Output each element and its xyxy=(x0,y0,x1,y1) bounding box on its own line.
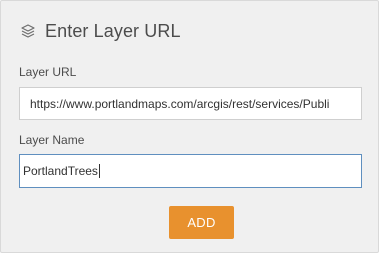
layers-icon xyxy=(20,23,36,39)
layer-url-label: Layer URL xyxy=(19,65,77,79)
layer-name-input[interactable]: PortlandTrees xyxy=(19,154,362,188)
layer-url-value: https://www.portlandmaps.com/arcgis/rest… xyxy=(30,96,330,111)
add-button[interactable]: ADD xyxy=(169,206,234,239)
panel-title: Enter Layer URL xyxy=(45,20,181,41)
enter-layer-url-panel: Enter Layer URL Layer URL https://www.po… xyxy=(0,0,379,253)
layer-name-value: PortlandTrees xyxy=(23,164,98,178)
layer-name-label: Layer Name xyxy=(19,133,85,147)
text-caret xyxy=(98,164,100,178)
layer-url-input[interactable]: https://www.portlandmaps.com/arcgis/rest… xyxy=(19,87,362,120)
panel-header: Enter Layer URL xyxy=(20,18,181,44)
